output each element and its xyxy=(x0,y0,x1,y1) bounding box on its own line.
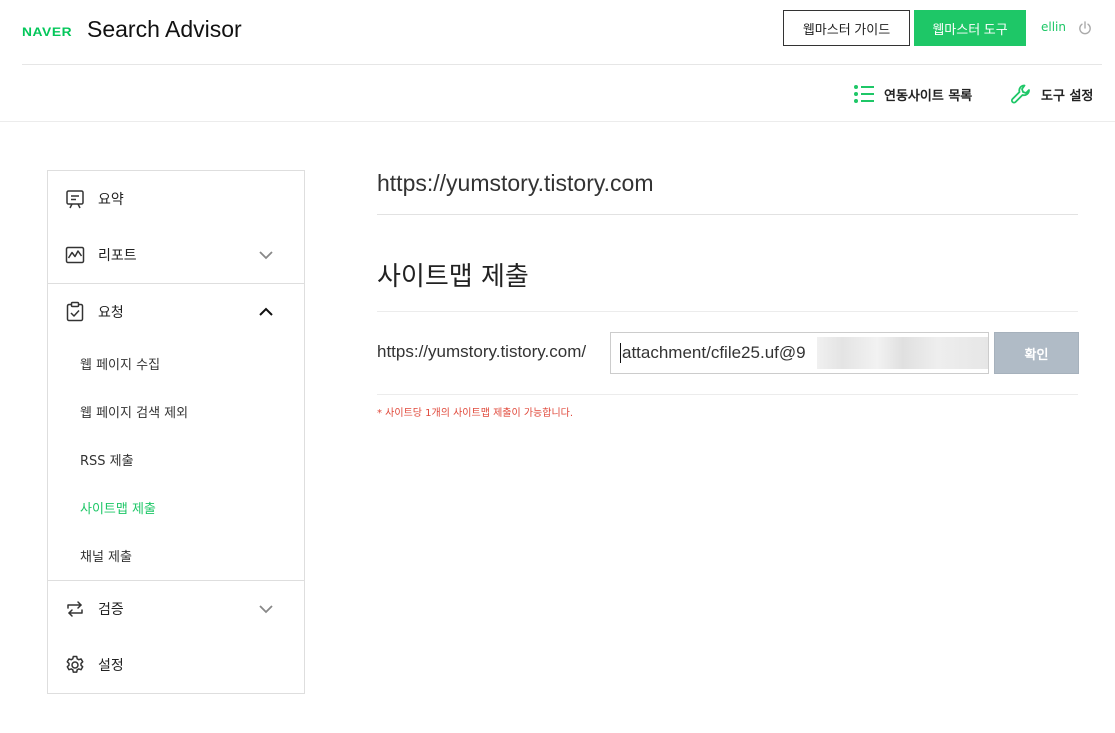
power-icon[interactable] xyxy=(1077,20,1093,36)
summary-icon xyxy=(64,188,86,210)
report-chart-icon xyxy=(64,244,86,266)
product-title[interactable]: Search Advisor xyxy=(87,16,242,43)
wrench-icon xyxy=(1010,83,1032,105)
webmaster-tools-button[interactable]: 웹마스터 도구 xyxy=(914,10,1026,46)
sidebar-subitem-page-exclude[interactable]: 웹 페이지 검색 제외 xyxy=(80,402,188,421)
confirm-button[interactable]: 확인 xyxy=(994,332,1079,374)
sidebar-item-label: 검증 xyxy=(98,602,124,618)
site-url-title: https://yumstory.tistory.com xyxy=(377,170,654,196)
divider xyxy=(377,214,1078,215)
chevron-down-icon[interactable] xyxy=(258,247,274,263)
sidebar-subitem-channel[interactable]: 채널 제출 xyxy=(80,546,132,565)
divider xyxy=(377,394,1078,395)
repeat-arrows-icon xyxy=(64,598,86,620)
sidebar-item-label: 리포트 xyxy=(98,248,137,264)
user-name[interactable]: ellin xyxy=(1041,20,1066,34)
tool-settings-label: 도구 설정 xyxy=(1041,88,1094,104)
sidebar-subitem-rss[interactable]: RSS 제출 xyxy=(80,450,134,469)
sitemap-url-input[interactable]: attachment/cfile25.uf@9 xyxy=(610,332,989,374)
gear-icon xyxy=(64,654,86,676)
sidebar-subitem-page-crawl[interactable]: 웹 페이지 수집 xyxy=(80,354,160,373)
sitemap-url-prefix: https://yumstory.tistory.com/ xyxy=(377,342,587,361)
redacted-region xyxy=(817,337,988,369)
divider xyxy=(377,311,1078,312)
sidebar-item-settings[interactable]: 설정 xyxy=(48,637,304,693)
sidebar-item-label: 요약 xyxy=(98,192,124,208)
sidebar-subitem-sitemap[interactable]: 사이트맵 제출 xyxy=(80,498,156,517)
sidebar-item-verify[interactable]: 검증 xyxy=(48,581,304,637)
chevron-down-icon[interactable] xyxy=(258,601,274,617)
top-header: NAVER Search Advisor 웹마스터 가이드 웹마스터 도구 el… xyxy=(22,0,1102,65)
linked-sites-link[interactable]: 연동사이트 목록 xyxy=(853,83,972,105)
linked-sites-label: 연동사이트 목록 xyxy=(884,88,973,104)
webmaster-guide-button[interactable]: 웹마스터 가이드 xyxy=(783,10,910,46)
sitemap-limit-notice: * 사이트당 1개의 사이트맵 제출이 가능합니다. xyxy=(377,408,574,419)
page-title: 사이트맵 제출 xyxy=(377,262,529,292)
sitemap-url-input-value[interactable]: attachment/cfile25.uf@9 xyxy=(620,343,806,363)
sidebar-item-report[interactable]: 리포트 xyxy=(48,227,304,283)
naver-logo[interactable]: NAVER xyxy=(22,25,72,39)
sidebar-item-label: 요청 xyxy=(98,305,124,321)
tool-settings-link[interactable]: 도구 설정 xyxy=(1010,83,1093,105)
sidebar-item-request[interactable]: 요청 xyxy=(48,284,304,340)
sub-navigation: 연동사이트 목록 도구 설정 xyxy=(0,65,1115,122)
sidebar-item-label: 설정 xyxy=(98,658,124,674)
clipboard-check-icon xyxy=(64,301,86,323)
sidebar: 요약 리포트 요청 웹 페이지 수집 웹 페이지 검색 제외 RSS 제출 사이… xyxy=(47,170,305,694)
list-icon xyxy=(853,83,875,105)
chevron-up-icon[interactable] xyxy=(258,304,274,320)
sidebar-item-summary[interactable]: 요약 xyxy=(48,171,304,227)
